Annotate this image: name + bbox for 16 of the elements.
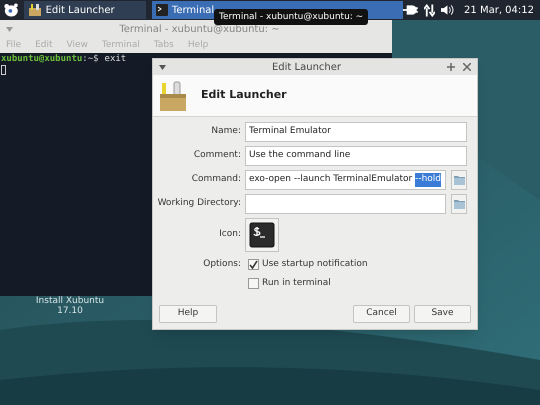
dialog-heading: Edit Launcher [201,87,287,104]
options-label: Options: [202,258,241,271]
option-label: Use startup notification [262,258,368,271]
window-title: Edit Launcher [270,60,342,74]
option-label: Run in terminal [262,276,331,290]
prompt-path: :~$ [82,54,99,65]
field-label: Icon: [218,228,241,242]
tooltip: Terminal - xubuntu@xubuntu: ~ [214,9,368,25]
clock-text: 21 Mar, 04:12 [464,4,534,18]
field-label: Name: [210,125,241,138]
field-label: Working Directory: [156,197,241,210]
command-text: exit [104,54,126,65]
prompt-text: xubuntu@xubuntu [1,54,82,65]
field-label: Comment: [192,149,241,162]
field-label: Command: [190,173,241,186]
window-title: Terminal - xubuntu@xubuntu: ~ [118,22,281,36]
